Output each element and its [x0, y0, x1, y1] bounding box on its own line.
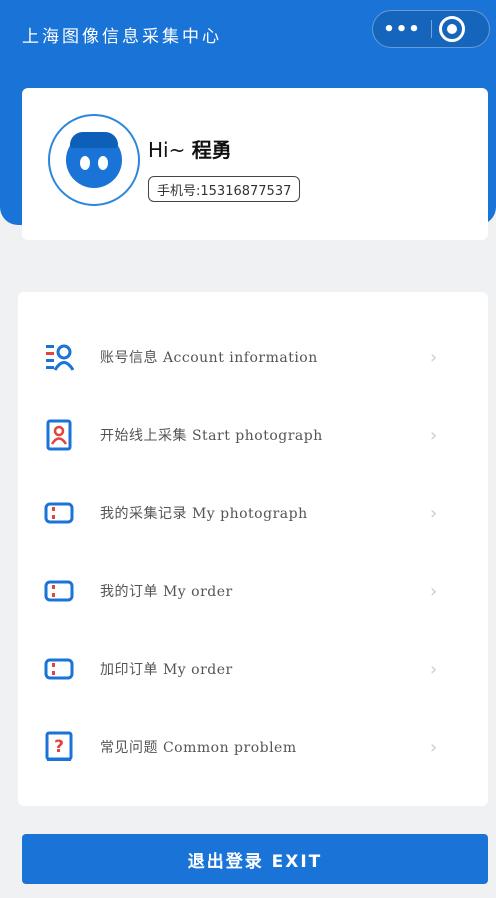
- chevron-right-icon: ›: [430, 502, 438, 524]
- portrait-icon: [46, 419, 72, 451]
- user-avatar-icon[interactable]: [48, 114, 140, 206]
- ticket-icon: [44, 658, 74, 680]
- menu-label: 常见问题 Common problem: [100, 740, 297, 756]
- menu-item-my-photograph[interactable]: 我的采集记录 My photograph ›: [18, 478, 488, 548]
- capsule-divider: [431, 20, 432, 38]
- menu-label: 加印订单 My order: [100, 662, 233, 678]
- account-info-icon: [46, 344, 74, 371]
- menu-item-my-order[interactable]: 我的订单 My order ›: [18, 556, 488, 626]
- miniprogram-capsule: •••: [372, 10, 490, 48]
- menu-item-reprint-order[interactable]: 加印订单 My order ›: [18, 634, 488, 704]
- chevron-right-icon: ›: [430, 580, 438, 602]
- avatar-face: [66, 132, 122, 188]
- chevron-right-icon: ›: [430, 346, 438, 368]
- menu-label: 我的采集记录 My photograph: [100, 506, 308, 522]
- greeting-prefix: Hi~: [148, 138, 186, 162]
- menu-card: 账号信息 Account information › 开始线上采集 Start …: [18, 292, 488, 806]
- svg-text:?: ?: [54, 737, 64, 757]
- more-dots-icon[interactable]: •••: [373, 11, 431, 47]
- chevron-right-icon: ›: [430, 736, 438, 758]
- menu-item-account-information[interactable]: 账号信息 Account information ›: [18, 322, 488, 392]
- greeting: Hi~ 程勇: [148, 134, 232, 163]
- menu-label: 我的订单 My order: [100, 584, 233, 600]
- menu-item-common-problem[interactable]: ? 常见问题 Common problem ›: [18, 712, 488, 782]
- ticket-icon: [44, 580, 74, 602]
- target-close-icon[interactable]: [439, 16, 465, 42]
- menu-label: 账号信息 Account information: [100, 350, 318, 366]
- phone-badge: 手机号:15316877537: [148, 176, 301, 202]
- profile-card: Hi~ 程勇 手机号:15316877537: [22, 88, 488, 240]
- menu-label: 开始线上采集 Start photograph: [100, 428, 323, 444]
- chevron-right-icon: ›: [430, 424, 438, 446]
- app-title: 上海图像信息采集中心: [22, 27, 222, 47]
- ticket-icon: [44, 502, 74, 524]
- chevron-right-icon: ›: [430, 658, 438, 680]
- user-name: 程勇: [191, 138, 232, 162]
- menu-item-start-photograph[interactable]: 开始线上采集 Start photograph ›: [18, 400, 488, 470]
- exit-button[interactable]: 退出登录 EXIT: [22, 834, 488, 884]
- question-book-icon: ?: [45, 731, 73, 761]
